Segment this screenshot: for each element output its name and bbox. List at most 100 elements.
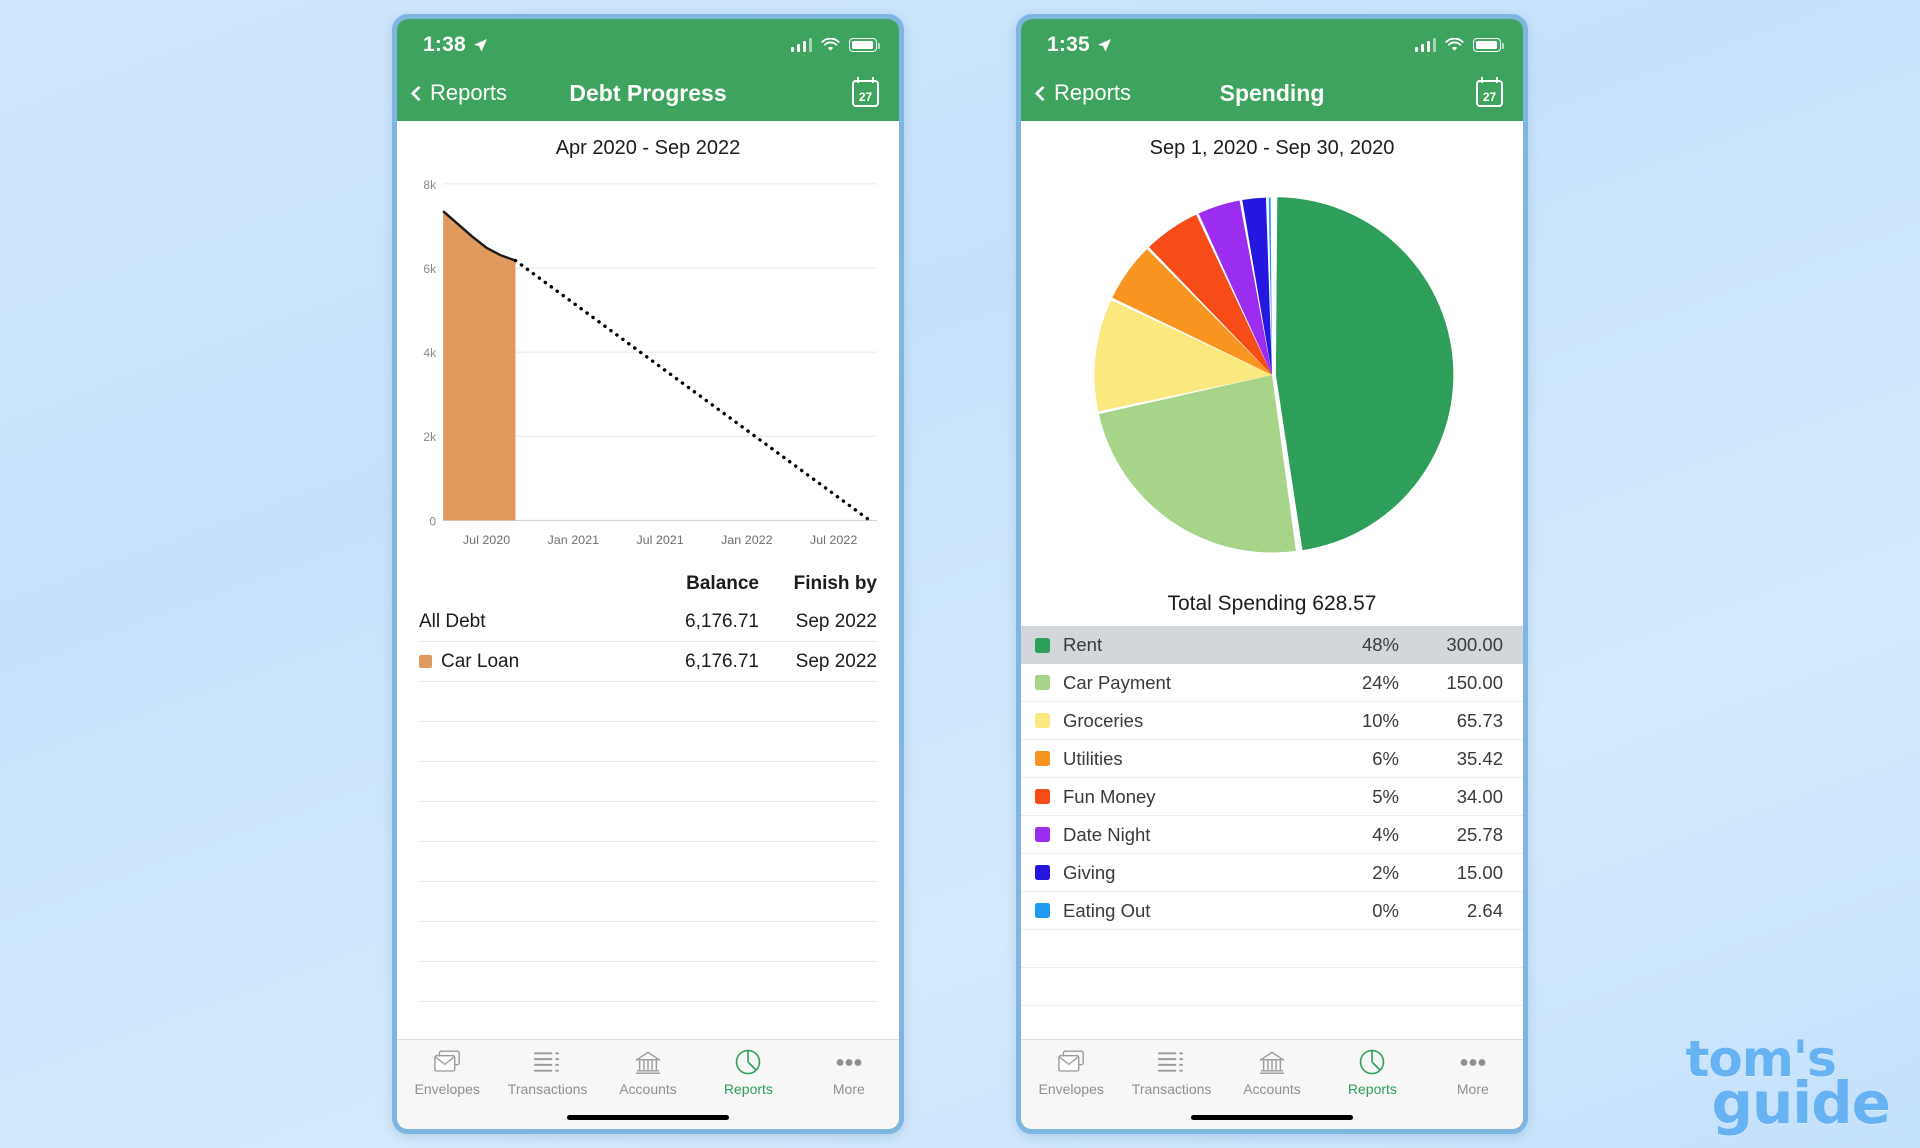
x-axis-tick: Jul 2020 — [463, 533, 510, 547]
table-row-empty — [419, 882, 877, 922]
debt-table: Balance Finish by All Debt 6,176.71 Sep 20… — [397, 558, 899, 1002]
back-button-reports[interactable]: Reports — [1034, 80, 1132, 106]
back-button-label: Reports — [430, 80, 508, 105]
list-item[interactable]: Rent 48% 300.00 — [1021, 626, 1523, 664]
x-axis-tick: Jan 2021 — [547, 533, 599, 547]
tab-label: More — [832, 1080, 865, 1097]
table-row-empty — [419, 962, 877, 1002]
category-name: Car Payment — [1063, 671, 1171, 693]
status-time-group: 1:38 — [423, 33, 488, 57]
list-item[interactable]: Car Payment 24% 150.00 — [1021, 664, 1523, 702]
table-row-empty — [419, 922, 877, 962]
table-row-empty — [419, 842, 877, 882]
tab-reports[interactable]: Reports — [698, 1049, 798, 1101]
header-finish-by: Finish by — [793, 573, 877, 594]
content-right: Sep 1, 2020 - Sep 30, 2020 Total Spendin… — [1021, 121, 1523, 1039]
list-item[interactable]: Utilities 6% 35.42 — [1021, 740, 1523, 778]
tab-transactions[interactable]: Transactions — [497, 1049, 597, 1101]
list-item[interactable]: Giving 2% 15.00 — [1021, 854, 1523, 892]
tab-label: Reports — [723, 1080, 773, 1097]
row-finish-by: Sep 2022 — [795, 610, 877, 632]
tab-label: Accounts — [1243, 1080, 1301, 1097]
list-lines-icon — [534, 1049, 561, 1076]
row-name: Car Loan — [419, 651, 641, 673]
status-bar: 1:38 — [397, 19, 899, 65]
nav-bar: Reports Spending 27 — [1021, 65, 1523, 121]
chevron-left-icon — [410, 85, 427, 101]
list-item[interactable]: Date Night 4% 25.78 — [1021, 816, 1523, 854]
category-name: Giving — [1063, 861, 1116, 883]
category-name: Groceries — [1063, 709, 1144, 731]
back-button-reports[interactable]: Reports — [410, 80, 508, 106]
category-amount: 2.64 — [1466, 899, 1503, 921]
home-indicator[interactable] — [1191, 1114, 1353, 1120]
category-percent: 2% — [1372, 861, 1399, 883]
home-indicator[interactable] — [567, 1114, 729, 1120]
pie-slice-rent[interactable] — [1275, 197, 1454, 551]
status-icons — [790, 38, 880, 52]
status-bar: 1:35 — [1021, 19, 1523, 65]
tab-bar-right: Envelopes Transactions Accounts Reports More — [1021, 1038, 1523, 1129]
color-swatch — [419, 655, 432, 668]
table-row-empty — [419, 762, 877, 802]
tab-more[interactable]: More — [1423, 1049, 1523, 1101]
category-percent: 10% — [1361, 709, 1399, 731]
status-time: 1:38 — [423, 33, 466, 56]
color-swatch — [1035, 751, 1050, 766]
total-spending-label: Total Spending 628.57 — [1167, 592, 1377, 615]
tab-accounts[interactable]: Accounts — [598, 1049, 698, 1101]
row-name-text: Car Loan — [441, 650, 520, 672]
tab-transactions[interactable]: Transactions — [1121, 1049, 1221, 1101]
row-name: All Debt — [419, 611, 641, 633]
tab-envelopes[interactable]: Envelopes — [397, 1049, 497, 1101]
calendar-icon[interactable]: 27 — [1476, 76, 1503, 107]
envelopes-icon — [433, 1049, 461, 1076]
status-time: 1:35 — [1047, 33, 1090, 56]
chart-title-debt: Apr 2020 - Sep 2022 — [555, 137, 741, 159]
debt-progress-chart: 0 2k 4k 6k 8k Jul 2020 Jan 2021 Jul 2021 Jan 202… — [397, 166, 899, 558]
header-right: 1:35 Reports Spending 27 — [1021, 19, 1523, 121]
color-swatch — [1035, 865, 1050, 880]
category-percent: 48% — [1361, 634, 1399, 655]
category-percent: 0% — [1372, 899, 1399, 921]
tab-more[interactable]: More — [799, 1049, 899, 1101]
list-item[interactable]: Eating Out 0% 2.64 — [1021, 892, 1523, 930]
color-swatch — [1035, 637, 1050, 653]
category-name: Eating Out — [1063, 899, 1151, 921]
category-name: Fun Money — [1063, 785, 1156, 807]
tab-reports[interactable]: Reports — [1322, 1049, 1422, 1101]
list-item[interactable]: Fun Money 5% 34.00 — [1021, 778, 1523, 816]
back-button-label: Reports — [1054, 80, 1132, 105]
tab-bar-left: Envelopes Transactions Accounts Reports More — [397, 1038, 899, 1129]
chart-title-spending: Sep 1, 2020 - Sep 30, 2020 — [1149, 137, 1395, 159]
category-name: Utilities — [1063, 747, 1123, 769]
table-row-empty — [419, 682, 877, 722]
row-balance: 6,176.71 — [685, 610, 759, 632]
table-row[interactable]: Car Loan 6,176.71 Sep 2022 — [419, 642, 877, 682]
list-lines-icon — [1158, 1049, 1185, 1076]
color-swatch — [1035, 827, 1050, 842]
tab-envelopes[interactable]: Envelopes — [1021, 1049, 1121, 1101]
category-percent: 6% — [1372, 747, 1399, 769]
table-row[interactable]: All Debt 6,176.71 Sep 2022 — [419, 602, 877, 642]
status-time-group: 1:35 — [1047, 33, 1112, 57]
y-axis-tick: 2k — [423, 430, 436, 444]
calendar-day: 27 — [1482, 89, 1497, 104]
battery-icon — [849, 38, 880, 52]
wifi-icon — [1445, 38, 1464, 51]
header-balance: Balance — [686, 573, 759, 594]
tab-label: Envelopes — [414, 1080, 480, 1097]
phone-debt-progress: 1:38 Reports Debt Progress 27 Apr 2020 -… — [392, 14, 904, 1134]
nav-bar: Reports Debt Progress 27 — [397, 65, 899, 121]
calendar-icon[interactable]: 27 — [852, 76, 879, 107]
color-swatch — [1035, 713, 1050, 728]
list-item[interactable]: Groceries 10% 65.73 — [1021, 702, 1523, 740]
color-swatch — [1035, 903, 1050, 918]
row-finish-by: Sep 2022 — [795, 650, 877, 672]
category-percent: 24% — [1361, 671, 1399, 693]
spending-category-list: Rent 48% 300.00 Car Payment 24% 150.00 Groceri… — [1021, 626, 1523, 1006]
tab-label: Envelopes — [1038, 1080, 1104, 1097]
y-axis-tick: 6k — [423, 262, 436, 276]
tab-accounts[interactable]: Accounts — [1222, 1049, 1322, 1101]
list-item-empty — [1021, 968, 1523, 1006]
